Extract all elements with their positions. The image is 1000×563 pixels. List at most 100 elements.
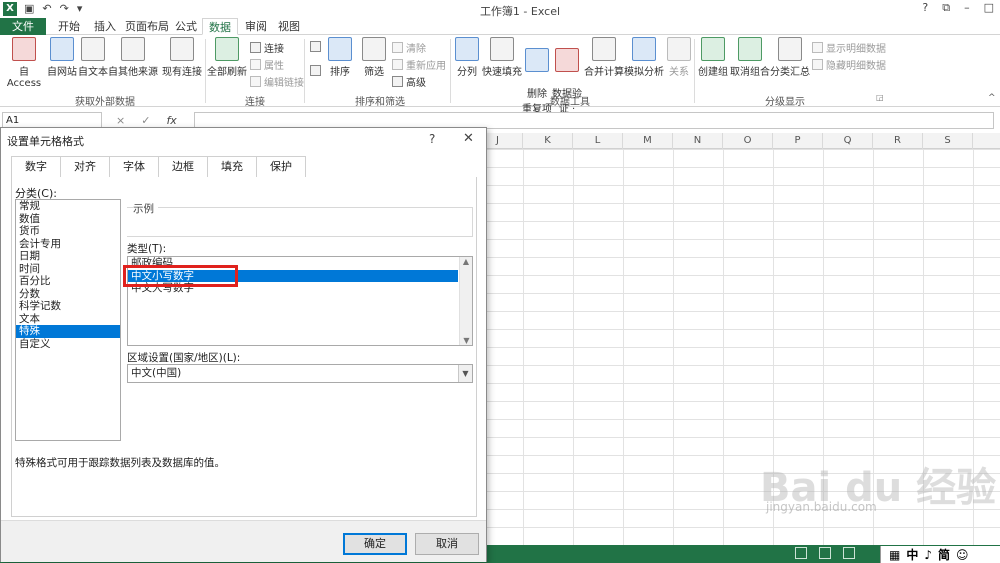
from-other-sources-button[interactable]: 自其他来源 (108, 37, 158, 78)
column-header[interactable]: R (873, 133, 923, 149)
column-header[interactable]: O (723, 133, 773, 149)
tab-insert[interactable]: 插入 (88, 18, 122, 35)
existing-connections-button[interactable]: 现有连接 (162, 37, 202, 78)
redo-icon[interactable]: ↷ (60, 2, 69, 16)
sort-desc-icon (310, 65, 321, 76)
ribbon-display-icon[interactable]: ⧉ (942, 1, 950, 15)
customize-icon[interactable]: ▾ (77, 2, 83, 16)
minimize-icon[interactable]: – (964, 1, 970, 15)
column-header[interactable]: K (523, 133, 573, 149)
text-to-columns-button[interactable]: 分列 (454, 37, 480, 78)
category-item[interactable]: 分数 (16, 288, 120, 301)
from-text-button[interactable]: 自文本 (78, 37, 108, 78)
help-icon[interactable]: ? (922, 1, 928, 15)
tab-alignment[interactable]: 对齐 (61, 156, 110, 177)
grid-icon[interactable]: ▦ (889, 548, 900, 562)
hide-detail-button[interactable]: 隐藏明细数据 (812, 57, 886, 72)
tab-review[interactable]: 审阅 (241, 18, 271, 35)
ime-chinese-mode[interactable]: 中 (906, 546, 918, 563)
ime-simplified[interactable]: 简 (938, 546, 950, 563)
sort-desc-button[interactable] (310, 65, 321, 76)
type-item-selected[interactable]: 中文小写数字 (128, 269, 458, 282)
ime-smile-icon[interactable]: ☺ (956, 548, 969, 562)
tab-fill[interactable]: 填充 (208, 156, 257, 177)
outline-launcher-icon[interactable]: ◲ (876, 93, 884, 102)
column-header[interactable]: Q (823, 133, 873, 149)
show-detail-button[interactable]: 显示明细数据 (812, 40, 886, 55)
undo-icon[interactable]: ↶ (42, 2, 51, 16)
tab-protection[interactable]: 保护 (257, 156, 306, 177)
tab-number[interactable]: 数字 (11, 156, 61, 177)
help-icon[interactable]: ? (429, 132, 435, 146)
clear-button[interactable]: 清除 (392, 40, 426, 55)
category-item[interactable]: 时间 (16, 263, 120, 276)
group-button[interactable]: 创建组 (698, 37, 728, 78)
sort-asc-button[interactable] (310, 41, 321, 52)
normal-view-icon[interactable] (795, 547, 807, 559)
ok-button[interactable]: 确定 (343, 533, 407, 555)
from-web-button[interactable]: 自网站 (46, 37, 78, 78)
column-header[interactable]: N (673, 133, 723, 149)
category-item[interactable]: 常规 (16, 200, 120, 213)
text-file-icon (81, 37, 105, 61)
type-item[interactable]: 邮政编码 (128, 257, 472, 270)
relationships-button[interactable]: 关系 (666, 37, 692, 78)
tab-home[interactable]: 开始 (52, 18, 86, 35)
type-list-scrollbar[interactable]: ▲ ▼ (459, 257, 472, 345)
watermark-url: jingyan.baidu.com (766, 500, 877, 514)
collapse-ribbon-icon[interactable]: ^ (988, 93, 996, 103)
maximize-icon[interactable]: □ (984, 1, 994, 15)
page-layout-view-icon[interactable] (819, 547, 831, 559)
tab-data[interactable]: 数据 (202, 18, 238, 35)
from-access-button[interactable]: 自 Access (3, 37, 45, 89)
scroll-down-icon[interactable]: ▼ (460, 336, 473, 345)
category-item[interactable]: 会计专用 (16, 238, 120, 251)
what-if-analysis-button[interactable]: 模拟分析 (624, 37, 664, 78)
tab-border[interactable]: 边框 (159, 156, 208, 177)
type-item[interactable]: 中文大写数字 (128, 282, 472, 295)
subtotal-button[interactable]: 分类汇总 (770, 37, 810, 78)
category-item[interactable]: 百分比 (16, 275, 120, 288)
cancel-button[interactable]: 取消 (415, 533, 479, 555)
column-header[interactable]: M (623, 133, 673, 149)
column-header[interactable]: L (573, 133, 623, 149)
dialog-footer: 确定 取消 (1, 520, 486, 562)
category-list[interactable]: 常规 数值 货币 会计专用 日期 时间 百分比 分数 科学记数 文本 特殊 自定… (15, 199, 121, 441)
filter-button[interactable]: 筛选 (360, 37, 388, 78)
tab-font[interactable]: 字体 (110, 156, 159, 177)
column-header[interactable]: P (773, 133, 823, 149)
ime-moon-icon[interactable]: ♪ (924, 548, 932, 562)
connections-button[interactable]: 连接 (250, 40, 284, 55)
ungroup-button[interactable]: 取消组合 (730, 37, 770, 78)
category-item[interactable]: 自定义 (16, 338, 120, 351)
column-header[interactable]: S (923, 133, 973, 149)
category-item[interactable]: 数值 (16, 213, 120, 226)
category-item[interactable]: 货币 (16, 225, 120, 238)
edit-links-icon (250, 76, 261, 87)
type-list[interactable]: 邮政编码 中文小写数字 中文大写数字 ▲ ▼ (127, 256, 473, 346)
subtotal-icon (778, 37, 802, 61)
title-bar: X ▣ ↶ ↷ ▾ 工作簿1 - Excel ? ⧉ – □ (0, 0, 1000, 18)
close-icon[interactable]: ✕ (463, 131, 474, 146)
tab-formulas[interactable]: 公式 (174, 18, 198, 35)
page-break-view-icon[interactable] (843, 547, 855, 559)
reapply-button[interactable]: 重新应用 (392, 57, 446, 72)
edit-links-button[interactable]: 编辑链接 (250, 74, 304, 89)
locale-select[interactable]: 中文(中国) ▼ (127, 364, 473, 383)
chevron-down-icon[interactable]: ▼ (458, 365, 472, 382)
flash-fill-button[interactable]: 快速填充 (482, 37, 522, 78)
category-item[interactable]: 文本 (16, 313, 120, 326)
tab-page-layout[interactable]: 页面布局 (122, 18, 172, 35)
tab-file[interactable]: 文件 (0, 18, 46, 35)
save-icon[interactable]: ▣ (24, 2, 34, 16)
properties-button[interactable]: 属性 (250, 57, 284, 72)
category-item[interactable]: 日期 (16, 250, 120, 263)
advanced-button[interactable]: 高级 (392, 74, 426, 89)
tab-view[interactable]: 视图 (274, 18, 304, 35)
refresh-all-button[interactable]: 全部刷新 (207, 37, 247, 78)
consolidate-button[interactable]: 合并计算 (584, 37, 624, 78)
category-item[interactable]: 科学记数 (16, 300, 120, 313)
sort-button[interactable]: 排序 (326, 37, 354, 78)
scroll-up-icon[interactable]: ▲ (460, 257, 472, 266)
category-item-selected[interactable]: 特殊 (16, 325, 120, 338)
